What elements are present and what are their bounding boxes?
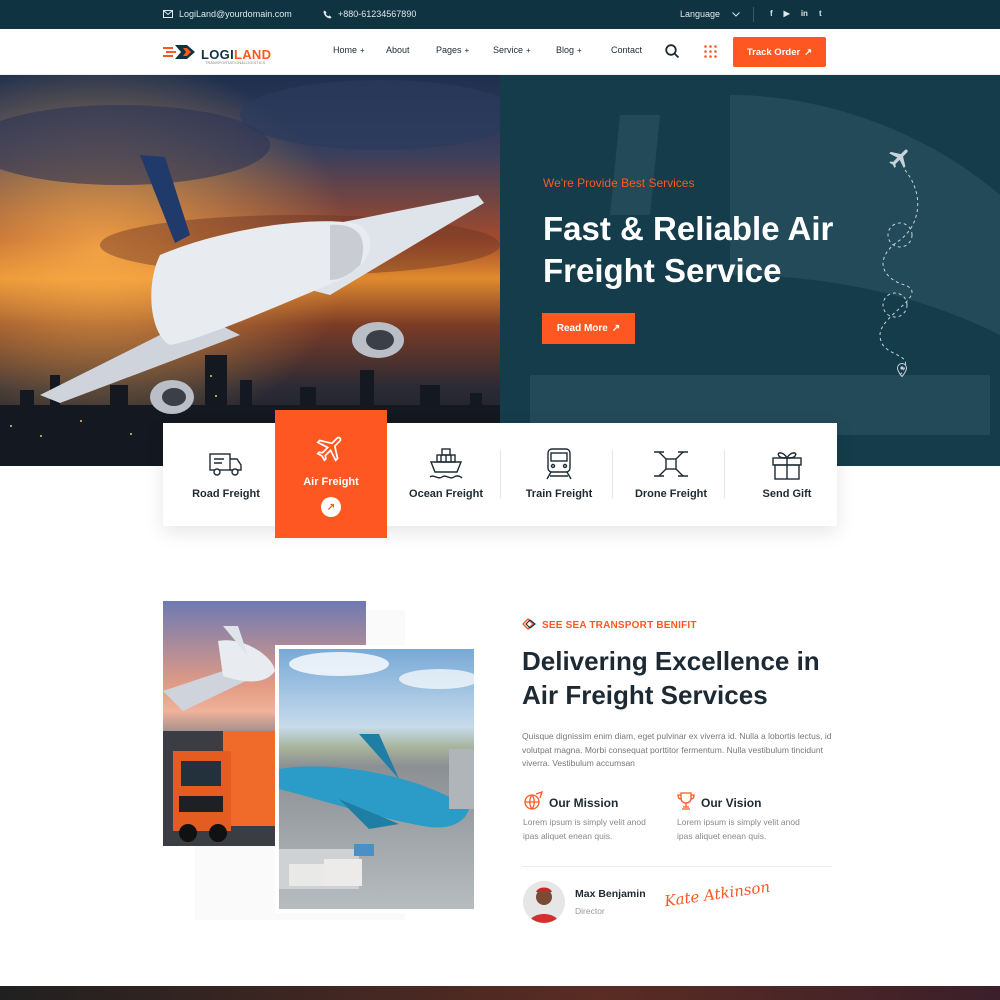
- service-send-gift[interactable]: Send Gift: [731, 423, 843, 526]
- chevron-down-icon: [732, 11, 740, 17]
- arrow-up-right-icon[interactable]: ↗: [321, 497, 341, 517]
- nav-home-label: Home: [333, 45, 358, 55]
- service-label: Air Freight: [303, 476, 359, 488]
- service-label: Train Freight: [525, 488, 593, 500]
- nav-pages-label: Pages: [436, 45, 462, 55]
- about-tagline-text: SEE SEA TRANSPORT BENIFIT: [542, 620, 697, 631]
- ship-icon: [428, 447, 464, 481]
- service-road-freight[interactable]: Road Freight: [170, 423, 282, 526]
- signature: Kate Atkinson: [663, 877, 772, 911]
- track-order-button[interactable]: Track Order ↗: [733, 37, 826, 67]
- twitter-icon[interactable]: t: [819, 9, 822, 18]
- vision-title: Our Vision: [701, 795, 762, 810]
- main-navbar: LOGILAND TRANSPORTATION&LOGISTICS Home + …: [0, 29, 1000, 75]
- person-role: Director: [575, 906, 605, 916]
- service-label: Drone Freight: [634, 488, 708, 500]
- hero-tagline: We're Provide Best Services: [543, 176, 695, 190]
- youtube-icon[interactable]: ▶: [784, 9, 790, 18]
- plus-icon: +: [360, 45, 365, 55]
- plus-icon: +: [526, 45, 531, 55]
- grid-menu-icon[interactable]: [704, 45, 717, 63]
- drone-icon: [653, 447, 689, 481]
- train-icon: [543, 447, 575, 481]
- person-name: Max Benjamin: [575, 888, 646, 900]
- truck-icon: [208, 447, 244, 481]
- social-links: f ▶ in t: [770, 9, 822, 18]
- service-drone-freight[interactable]: Drone Freight: [615, 423, 727, 526]
- nav-service-label: Service: [493, 45, 524, 55]
- plus-icon: +: [577, 45, 582, 55]
- mission-text: Lorem ipsum is simply velit anod ipas al…: [523, 817, 646, 841]
- nav-home[interactable]: Home +: [333, 45, 365, 55]
- arrow-up-right-icon: ↗: [611, 323, 621, 334]
- nav-contact-label: Contact: [611, 45, 643, 55]
- email-contact[interactable]: LogiLand@yourdomain.com: [163, 9, 292, 19]
- mission-title: Our Mission: [549, 795, 619, 810]
- hero-title: Fast & Reliable Air Freight Service: [543, 210, 834, 289]
- phone-icon: [323, 9, 332, 19]
- service-label: Road Freight: [192, 488, 260, 500]
- read-more-label: Read More: [556, 323, 608, 334]
- divider: [522, 866, 832, 867]
- service-train-freight[interactable]: Train Freight: [503, 423, 615, 526]
- service-ocean-freight[interactable]: Ocean Freight: [390, 423, 502, 526]
- about-tagline: SEE SEA TRANSPORT BENIFIT: [522, 618, 697, 633]
- nav-about-label: About: [386, 45, 410, 55]
- globe-plane-icon: [523, 790, 544, 814]
- email-text: LogiLand@yourdomain.com: [179, 9, 292, 19]
- language-select[interactable]: Language: [680, 9, 740, 19]
- language-label: Language: [680, 9, 721, 19]
- facebook-icon[interactable]: f: [770, 9, 773, 18]
- hero-image-airplane: [0, 75, 500, 466]
- about-title: Delivering Excellence in Air Freight Ser…: [522, 646, 820, 710]
- logo-icon: [163, 43, 197, 66]
- arrow-up-right-icon: ↗: [804, 46, 813, 58]
- logo-subtitle: TRANSPORTATION&LOGISTICS: [205, 60, 266, 65]
- gift-icon: [770, 447, 804, 481]
- mission-heading: Our Mission: [523, 790, 619, 814]
- diamond-icon: [522, 618, 536, 633]
- vision-heading: Our Vision: [677, 791, 761, 814]
- trophy-icon: [677, 791, 695, 814]
- phone-contact[interactable]: +880-61234567890: [323, 9, 416, 19]
- about-image-plane: [275, 645, 478, 913]
- nav-blog-label: Blog: [556, 45, 575, 55]
- nav-blog[interactable]: Blog +: [556, 45, 582, 55]
- service-label: Send Gift: [762, 488, 812, 500]
- about-description: Quisque dignissim enim diam, eget pulvin…: [522, 731, 832, 768]
- nav-about[interactable]: About: [386, 45, 410, 55]
- search-icon[interactable]: [665, 44, 680, 64]
- nav-pages[interactable]: Pages +: [436, 45, 469, 55]
- nav-service[interactable]: Service +: [493, 45, 531, 55]
- email-icon: [163, 10, 173, 18]
- service-air-freight[interactable]: Air Freight ↗: [275, 410, 387, 538]
- next-section-edge: [0, 986, 1000, 1000]
- phone-text: +880-61234567890: [338, 9, 417, 19]
- avatar: [523, 881, 565, 923]
- linkedin-icon[interactable]: in: [801, 9, 808, 18]
- airplane-icon: [887, 145, 913, 176]
- plus-icon: +: [464, 45, 470, 55]
- airplane-icon: [315, 432, 347, 469]
- topbar-divider: [753, 7, 754, 22]
- read-more-button[interactable]: Read More ↗: [542, 313, 635, 344]
- top-bar: LogiLand@yourdomain.com +880-61234567890…: [0, 0, 1000, 29]
- track-order-label: Track Order: [746, 46, 801, 58]
- vision-text: Lorem ipsum is simply velit anod ipas al…: [677, 817, 800, 841]
- service-label: Ocean Freight: [409, 488, 483, 500]
- nav-contact[interactable]: Contact: [611, 45, 642, 55]
- logo[interactable]: LOGILAND TRANSPORTATION&LOGISTICS: [163, 43, 271, 66]
- location-pin-icon: [896, 362, 908, 382]
